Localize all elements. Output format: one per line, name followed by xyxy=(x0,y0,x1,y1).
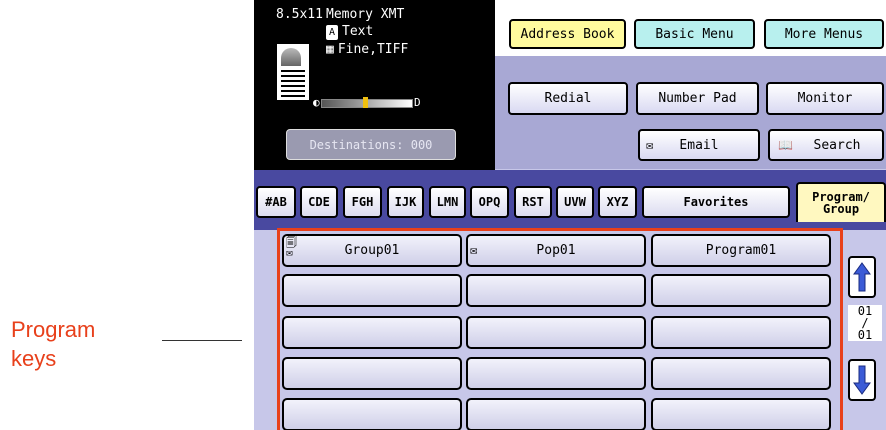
tab-favorites[interactable]: Favorites xyxy=(642,186,790,218)
program-key-empty[interactable] xyxy=(466,274,646,307)
tab-ab[interactable]: #AB xyxy=(256,186,296,218)
density-light-icon: ◐ xyxy=(313,96,320,109)
page-indicator: 01 / 01 xyxy=(848,305,882,341)
resolution-row: ▦ Fine,TIFF xyxy=(326,42,408,57)
text-mode: Text xyxy=(342,24,374,39)
density-indicator: ◐ D xyxy=(313,97,423,108)
email-icon: ✉ xyxy=(470,243,478,257)
email-button[interactable]: ✉ Email xyxy=(638,129,760,161)
destinations-button[interactable]: Destinations: 000 xyxy=(286,129,456,160)
key-label: Group01 xyxy=(344,243,400,258)
group-icon: 🗐 ✉ xyxy=(286,236,297,259)
tab-lmn[interactable]: LMN xyxy=(429,186,466,218)
text-mode-row: A Text xyxy=(326,24,373,40)
program-key-empty[interactable] xyxy=(466,357,646,390)
book-icon: 📖 xyxy=(778,138,793,152)
tab-uvw[interactable]: UVW xyxy=(556,186,594,218)
redial-button[interactable]: Redial xyxy=(508,82,628,115)
number-pad-button[interactable]: Number Pad xyxy=(636,82,759,115)
program-key-empty[interactable] xyxy=(651,274,831,307)
arrow-up-icon xyxy=(853,262,871,292)
monitor-button[interactable]: Monitor xyxy=(766,82,884,115)
tab-xyz[interactable]: XYZ xyxy=(598,186,637,218)
key-label: Program01 xyxy=(705,243,777,258)
program-key-empty[interactable] xyxy=(282,398,462,430)
annotation-line2: keys xyxy=(11,346,57,371)
resolution: Fine,TIFF xyxy=(337,42,409,57)
program-key-empty[interactable] xyxy=(651,316,831,349)
program-key-empty[interactable] xyxy=(651,357,831,390)
key-label: Pop01 xyxy=(536,243,576,258)
program-key-empty[interactable] xyxy=(282,274,462,307)
program-key-empty[interactable] xyxy=(282,316,462,349)
program-keys-annotation: Program keys xyxy=(11,315,95,373)
paper-size: 8.5x11 xyxy=(276,7,323,22)
status-panel: 8.5x11 Memory XMT A Text ▦ Fine,TIFF ◐ D D… xyxy=(254,0,495,170)
program-key-pop01[interactable]: ✉ Pop01 xyxy=(466,234,646,267)
text-mode-icon: A xyxy=(326,25,339,40)
email-icon: ✉ xyxy=(646,138,654,152)
program-key-group01[interactable]: 🗐 ✉ Group01 xyxy=(282,234,462,267)
search-button[interactable]: 📖 Search xyxy=(768,129,884,161)
program-key-empty[interactable] xyxy=(651,398,831,430)
tab-fgh[interactable]: FGH xyxy=(343,186,382,218)
tab-rst[interactable]: RST xyxy=(514,186,552,218)
touch-screen: 8.5x11 Memory XMT A Text ▦ Fine,TIFF ◐ D D… xyxy=(254,0,886,430)
annotation-line1: Program xyxy=(11,317,96,342)
transmission-mode: Memory XMT xyxy=(326,7,405,22)
address-book-button[interactable]: Address Book xyxy=(509,19,626,49)
annotation-leader-line xyxy=(162,340,242,341)
scroll-down-button[interactable] xyxy=(848,359,876,401)
program-key-empty[interactable] xyxy=(466,316,646,349)
density-dark-icon: D xyxy=(414,96,421,109)
arrow-down-icon xyxy=(853,365,871,395)
basic-menu-button[interactable]: Basic Menu xyxy=(634,19,755,49)
density-marker xyxy=(363,97,368,108)
program-key-empty[interactable] xyxy=(282,357,462,390)
search-label: Search xyxy=(813,137,861,153)
scroll-up-button[interactable] xyxy=(848,256,876,298)
program-key-program01[interactable]: Program01 xyxy=(651,234,831,267)
tab-cde[interactable]: CDE xyxy=(300,186,338,218)
tab-opq[interactable]: OPQ xyxy=(470,186,509,218)
more-menus-button[interactable]: More Menus xyxy=(764,19,884,49)
email-label: Email xyxy=(679,137,719,153)
tab-program-group[interactable]: Program/ Group xyxy=(796,182,886,222)
program-key-empty[interactable] xyxy=(466,398,646,430)
tab-ijk[interactable]: IJK xyxy=(387,186,424,218)
page-total: 01 xyxy=(857,328,873,342)
document-thumbnail xyxy=(277,44,309,100)
resolution-icon: ▦ xyxy=(326,42,334,57)
